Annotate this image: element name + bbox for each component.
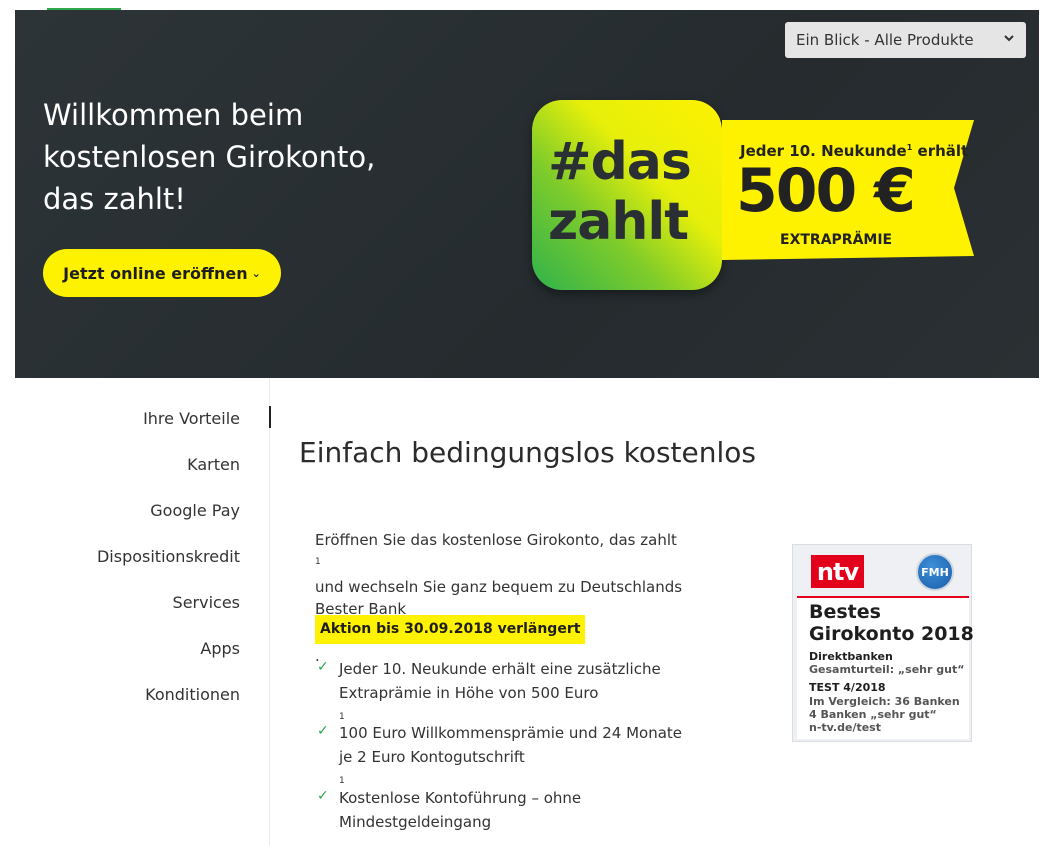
seal-title: Bestes	[809, 601, 881, 623]
ntv-logo: ntv	[811, 555, 864, 588]
seal-url: n-tv.de/test	[809, 721, 881, 734]
ribbon-amount: 500 €	[736, 156, 916, 226]
seal-compare: Im Vergleich: 36 Banken	[809, 695, 960, 708]
section-nav: Ihre Vorteile Karten Google Pay Disposit…	[0, 378, 271, 846]
ribbon-label: EXTRAPRÄMIE	[780, 232, 893, 248]
nav-item-ihre-vorteile[interactable]: Ihre Vorteile	[143, 409, 240, 428]
check-icon: ✓	[317, 788, 329, 804]
promo-highlight: Aktion bis 30.09.2018 verlängert	[315, 615, 586, 644]
seal-test: TEST 4/2018	[809, 681, 886, 694]
intro-line: und wechseln Sie ganz bequem zu Deutschl…	[315, 578, 683, 596]
badge-line: #das	[548, 132, 692, 192]
open-account-label: Jetzt online eröffnen	[63, 263, 248, 283]
benefit-line: Mindestgeldeingang	[339, 813, 492, 831]
nav-active-indicator	[269, 406, 271, 428]
benefit-line: Kostenlose Kontoführung – ohne	[339, 789, 582, 807]
nav-item-apps[interactable]: Apps	[200, 639, 240, 658]
seal-title: Girokonto 2018	[809, 623, 974, 645]
benefit-line-text: je 2 Euro Kontogutschrift	[339, 748, 525, 766]
hero-title-line: kostenlosen Girokonto,	[43, 140, 376, 174]
hero-title: Willkommen beim kostenlosen Girokonto, d…	[43, 94, 423, 220]
hero-title-line: Willkommen beim	[43, 98, 304, 132]
footnote-ref[interactable]: 1	[339, 776, 345, 786]
product-select[interactable]: Ein Blick - Alle Produkte	[785, 22, 1026, 58]
check-icon: ✓	[317, 723, 329, 739]
hero-title-line: das zahlt!	[43, 182, 186, 216]
section-heading: Einfach bedingungslos kostenlos	[299, 436, 756, 469]
seal-compare: 4 Banken „sehr gut“	[809, 708, 937, 721]
das-zahlt-badge: #das zahlt	[532, 100, 722, 290]
benefit-line-text: Extraprämie in Höhe von 500 Euro	[339, 684, 599, 702]
test-award-seal: ntv FMH Bestes Girokonto 2018 Direktbank…	[792, 544, 974, 742]
benefit-line: Jeder 10. Neukunde erhält eine zusätzlic…	[339, 660, 661, 678]
chevron-down-icon	[1004, 31, 1014, 45]
ribbon-line1-end: erhält	[912, 142, 969, 160]
benefit-text: Kostenlose Kontoführung – ohne Mindestge…	[339, 786, 581, 834]
check-icon: ✓	[317, 659, 329, 675]
hero-banner: Willkommen beim kostenlosen Girokonto, d…	[15, 10, 1039, 378]
fmh-logo: FMH	[916, 553, 954, 591]
benefit-line: 100 Euro Willkommensprämie und 24 Monate	[339, 724, 683, 742]
seal-card: Bestes Girokonto 2018 Direktbanken Gesam…	[797, 596, 974, 739]
nav-item-services[interactable]: Services	[173, 593, 240, 612]
badge-line: zahlt	[548, 192, 689, 252]
nav-item-google-pay[interactable]: Google Pay	[150, 501, 240, 520]
nav-item-karten[interactable]: Karten	[187, 455, 240, 474]
intro-text: Eröffnen Sie das kostenlose Girokonto, d…	[315, 529, 715, 667]
intro-line-text: Eröffnen Sie das kostenlose Girokonto, d…	[315, 531, 677, 549]
intro-line: Eröffnen Sie das kostenlose Girokonto, d…	[315, 529, 715, 576]
seal-rating: Gesamturteil: „sehr gut“	[809, 663, 965, 676]
footnote-ref[interactable]: 1	[315, 557, 321, 567]
bonus-ribbon: Jeder 10. Neukunde1 erhält 500 € EXTRAPR…	[722, 120, 974, 260]
open-account-button[interactable]: Jetzt online eröffnen ⌄	[43, 249, 281, 297]
chevron-down-icon: ⌄	[251, 266, 261, 280]
product-select-value: Ein Blick - Alle Produkte	[796, 31, 974, 49]
benefit-text: 100 Euro Willkommensprämie und 24 Monate…	[339, 721, 682, 796]
nav-item-konditionen[interactable]: Konditionen	[145, 685, 240, 704]
nav-item-dispositionskredit[interactable]: Dispositionskredit	[97, 547, 240, 566]
seal-category: Direktbanken	[809, 650, 893, 663]
